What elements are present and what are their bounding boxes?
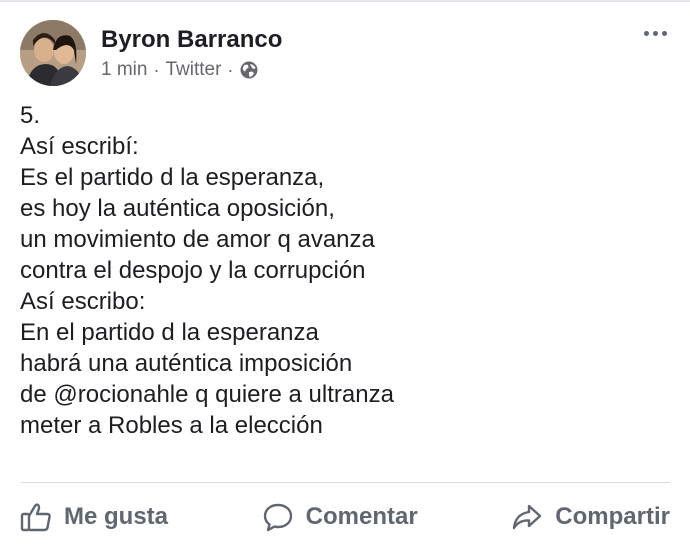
post-card: Byron Barranco 1 min · Twitter · 5. Así … — [0, 0, 690, 548]
actions-divider — [20, 482, 670, 483]
post-text-line: En el partido d la esperanza — [20, 319, 319, 346]
post-time[interactable]: 1 min — [101, 59, 147, 81]
post-text-line: de @rocionahle q quiere a ultranza — [20, 381, 394, 408]
author-name[interactable]: Byron Barranco — [101, 26, 282, 54]
like-label: Me gusta — [64, 503, 169, 530]
comment-icon — [263, 503, 292, 532]
thumbs-up-icon — [20, 503, 51, 532]
post-text-line: 5. — [20, 102, 41, 129]
post-meta: 1 min · Twitter · — [101, 59, 259, 81]
share-icon — [513, 504, 542, 530]
meta-separator: · — [153, 59, 160, 80]
share-button[interactable]: Compartir — [511, 502, 670, 532]
post-text: 5. Así escribí: Es el partido d la esper… — [20, 100, 660, 441]
post-actions: Me gusta Comentar Compartir — [20, 492, 670, 542]
post-text-line: es hoy la auténtica oposición, — [20, 195, 335, 222]
avatar[interactable] — [20, 20, 86, 86]
post-text-line: Así escribí: — [20, 133, 139, 160]
meta-separator: · — [227, 59, 234, 80]
post-text-line: un movimiento de amor q avanza — [20, 226, 375, 253]
post-text-line: habrá una auténtica imposición — [20, 350, 353, 377]
post-header: Byron Barranco 1 min · Twitter · — [20, 20, 670, 92]
post-text-line: Así escribo: — [20, 288, 146, 315]
share-label: Compartir — [555, 503, 670, 530]
globe-icon[interactable] — [239, 60, 259, 80]
post-text-line: Es el partido d la esperanza, — [20, 164, 325, 191]
post-text-line: meter a Robles a la elección — [20, 412, 323, 439]
post-source: Twitter — [165, 59, 222, 80]
avatar-photo — [20, 20, 86, 86]
comment-button[interactable]: Comentar — [262, 502, 418, 532]
comment-label: Comentar — [305, 503, 418, 530]
post-text-line: contra el despojo y la corrupción — [20, 257, 366, 284]
more-options-icon[interactable] — [642, 28, 668, 38]
like-button[interactable]: Me gusta — [20, 502, 168, 532]
